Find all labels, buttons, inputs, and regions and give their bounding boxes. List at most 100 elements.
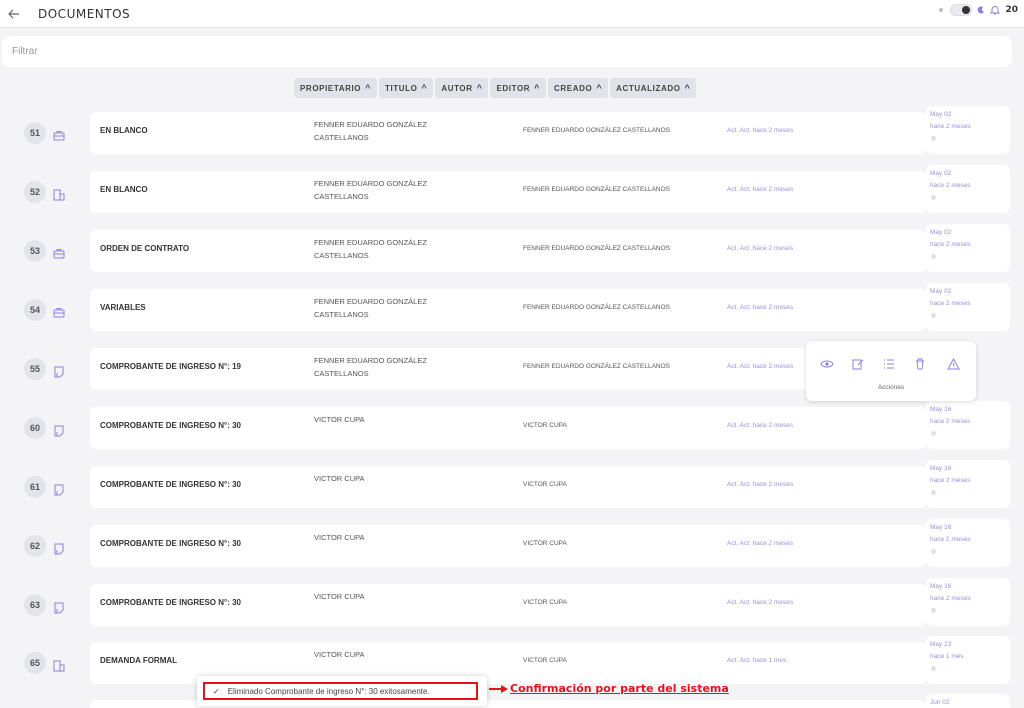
document-title: COMPROBANTE DE INGRESO N°: 30 bbox=[100, 539, 241, 548]
document-title: ORDEN DE CONTRATO bbox=[100, 244, 190, 253]
sun-icon bbox=[939, 8, 944, 12]
document-updated: Act. Act: hace 2 meses bbox=[727, 599, 794, 606]
list-button[interactable] bbox=[880, 355, 898, 373]
document-title: COMPROBANTE DE INGRESO N°: 30 bbox=[100, 421, 241, 430]
theme-toggle[interactable] bbox=[950, 4, 973, 16]
document-title: EN BLANCO bbox=[100, 185, 148, 194]
document-editor: VICTOR CUPA bbox=[523, 540, 567, 547]
warning-button[interactable] bbox=[944, 355, 962, 373]
sort-titulo-button[interactable]: TITULO ^ bbox=[378, 78, 434, 98]
sort-propietario-button[interactable]: PROPIETARIO ^ bbox=[294, 78, 377, 98]
list-icon bbox=[884, 359, 894, 369]
document-updated: Act. Act: hace 2 meses bbox=[727, 245, 794, 252]
page-title: DOCUMENTOS bbox=[38, 6, 131, 21]
document-title: COMPROBANTE DE INGRESO N°: 30 bbox=[100, 480, 241, 489]
created-ago: hace 2 meses bbox=[930, 418, 971, 425]
delete-button[interactable] bbox=[911, 355, 929, 373]
annotation-label: Confirmación por parte del sistema bbox=[510, 682, 729, 695]
row-number: 51 bbox=[24, 122, 46, 144]
sort-autor-button[interactable]: AUTOR ^ bbox=[435, 78, 489, 98]
list-item[interactable]: 61 COMPROBANTE DE INGRESO N°: 30 VICTOR … bbox=[0, 460, 1010, 508]
created-date: Jun 02 bbox=[930, 699, 950, 706]
row-number: 65 bbox=[24, 652, 46, 674]
row-number: 63 bbox=[24, 594, 46, 616]
list-item[interactable]: 69 ORDEN DE CONTRATO ELLANOS Act. Act: h… bbox=[0, 694, 1010, 708]
status-dot bbox=[931, 666, 936, 671]
sort-editor-button[interactable]: EDITOR ^ bbox=[490, 78, 547, 98]
annotation-arrow-icon bbox=[489, 685, 508, 693]
list-item[interactable]: 51 EN BLANCO FENNER EDUARDO GONZÁLEZ CAS… bbox=[0, 106, 1010, 154]
created-date: May 02 bbox=[930, 288, 952, 295]
created-date: May 16 bbox=[930, 583, 952, 590]
created-date: May 16 bbox=[930, 465, 952, 472]
document-editor: FENNER EDUARDO GONZÁLEZ CASTELLANOS bbox=[523, 245, 670, 252]
document-updated: Act. Act: hace 2 meses bbox=[727, 127, 794, 134]
briefcase-icon bbox=[53, 127, 65, 141]
top-right-controls: 20 bbox=[937, 4, 1018, 16]
document-card[interactable] bbox=[90, 171, 926, 213]
status-dot bbox=[931, 431, 936, 436]
sort-bar: PROPIETARIO ^ TITULO ^ AUTOR ^ EDITOR ^ CREA… bbox=[294, 78, 697, 98]
moon-icon bbox=[978, 6, 985, 14]
sort-creado-button[interactable]: CREADO ^ bbox=[548, 78, 609, 98]
created-ago: hace 2 meses bbox=[930, 241, 971, 248]
list-item[interactable]: 63 COMPROBANTE DE INGRESO N°: 30 VICTOR … bbox=[0, 578, 1010, 626]
list-item[interactable]: 53 ORDEN DE CONTRATO FENNER EDUARDO GONZ… bbox=[0, 224, 1010, 272]
list-item[interactable]: 65 DEMANDA FORMAL VICTOR CUPA VICTOR CUP… bbox=[0, 636, 1010, 684]
receipt-icon bbox=[53, 540, 65, 555]
chevron-up-icon: ^ bbox=[421, 83, 428, 93]
created-date: May 02 bbox=[930, 111, 952, 118]
toast-notification: ✓ Eliminado Comprobante de ingreso N°: 3… bbox=[197, 676, 487, 706]
status-dot bbox=[931, 195, 936, 200]
document-title: VARIABLES bbox=[100, 303, 146, 312]
created-date: May 23 bbox=[930, 641, 952, 648]
created-date: May 16 bbox=[930, 406, 952, 413]
document-updated: Act. Act: hace 2 meses bbox=[727, 304, 794, 311]
document-editor: FENNER EDUARDO GONZÁLEZ CASTELLANOS bbox=[523, 127, 670, 134]
list-item[interactable]: 62 COMPROBANTE DE INGRESO N°: 30 VICTOR … bbox=[0, 519, 1010, 567]
document-card[interactable] bbox=[90, 230, 926, 272]
sort-actualizado-button[interactable]: ACTUALIZADO ^ bbox=[610, 78, 697, 98]
document-editor: FENNER EDUARDO GONZÁLEZ CASTELLANOS bbox=[523, 304, 670, 311]
list-item[interactable]: 52 EN BLANCO FENNER EDUARDO GONZÁLEZ CAS… bbox=[0, 165, 1010, 213]
document-editor: FENNER EDUARDO GONZÁLEZ CASTELLANOS bbox=[523, 363, 670, 370]
toast-highlight: ✓ Eliminado Comprobante de ingreso N°: 3… bbox=[203, 682, 478, 700]
chevron-up-icon: ^ bbox=[684, 83, 691, 93]
edit-button[interactable] bbox=[849, 355, 867, 373]
view-button[interactable] bbox=[818, 355, 836, 373]
document-owner: FENNER EDUARDO GONZÁLEZ CASTELLANOS bbox=[314, 179, 427, 201]
status-dot bbox=[931, 549, 936, 554]
document-card[interactable] bbox=[90, 112, 926, 154]
document-owner: VICTOR CUPA bbox=[314, 650, 365, 659]
document-updated: Act. Act: hace 2 meses bbox=[727, 363, 794, 370]
document-editor: FENNER EDUARDO GONZÁLEZ CASTELLANOS bbox=[523, 186, 670, 193]
created-ago: hace 2 meses bbox=[930, 300, 971, 307]
chevron-up-icon: ^ bbox=[476, 83, 483, 93]
filter-input[interactable] bbox=[12, 46, 1012, 57]
document-title: DEMANDA FORMAL bbox=[100, 656, 178, 665]
actions-label: Acciones bbox=[877, 384, 905, 391]
receipt-icon bbox=[53, 481, 65, 496]
document-editor: VICTOR CUPA bbox=[523, 657, 567, 664]
created-ago: hace 2 meses bbox=[930, 123, 971, 130]
receipt-icon bbox=[53, 599, 65, 614]
created-ago: hace 2 meses bbox=[930, 595, 971, 602]
list-item[interactable]: 60 COMPROBANTE DE INGRESO N°: 30 VICTOR … bbox=[0, 401, 1010, 449]
status-dot bbox=[931, 313, 936, 318]
created-date: May 02 bbox=[930, 229, 952, 236]
list-item[interactable]: 54 VARIABLES FENNER EDUARDO GONZÁLEZ CAS… bbox=[0, 283, 1010, 331]
document-card[interactable] bbox=[90, 289, 926, 331]
row-number: 55 bbox=[24, 358, 46, 380]
receipt-icon bbox=[53, 363, 65, 378]
check-icon: ✓ bbox=[213, 686, 220, 696]
chevron-up-icon: ^ bbox=[365, 83, 371, 93]
eye-icon bbox=[820, 360, 834, 368]
document-owner: VICTOR CUPA bbox=[314, 415, 365, 424]
document-editor: VICTOR CUPA bbox=[523, 422, 567, 429]
row-number: 52 bbox=[24, 181, 46, 203]
back-arrow-icon[interactable] bbox=[6, 6, 22, 22]
bell-icon[interactable] bbox=[990, 5, 1001, 15]
row-number: 60 bbox=[24, 417, 46, 439]
document-owner: VICTOR CUPA bbox=[314, 474, 365, 483]
document-title: COMPROBANTE DE INGRESO N°: 30 bbox=[100, 598, 241, 607]
